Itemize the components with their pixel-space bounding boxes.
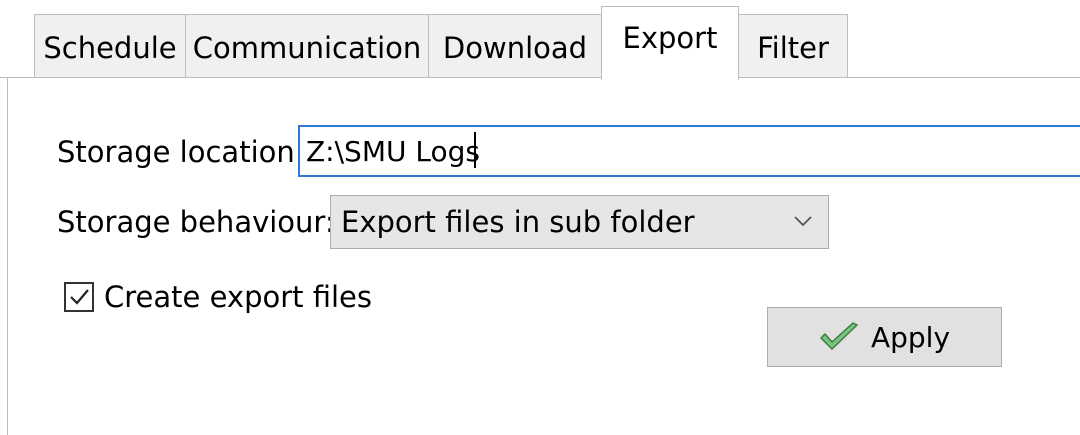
tab-panel-top-border — [0, 77, 1080, 78]
tab-filter-label: Filter — [757, 30, 829, 65]
tab-export-label: Export — [622, 20, 718, 55]
chevron-down-icon — [794, 216, 812, 227]
text-caret — [474, 132, 476, 168]
tab-schedule[interactable]: Schedule — [34, 14, 186, 78]
export-settings-window: Schedule Communication Download Export F… — [0, 0, 1080, 435]
create-export-files-label: Create export files — [104, 280, 373, 314]
create-export-files-row[interactable]: Create export files — [64, 280, 372, 314]
storage-behaviour-selected-value: Export files in sub folder — [341, 205, 695, 239]
tab-panel-left-border — [7, 77, 8, 435]
checkmark-icon — [70, 289, 89, 305]
apply-button-label: Apply — [870, 320, 951, 354]
storage-behaviour-label: Storage behaviour: — [57, 205, 335, 239]
tab-download[interactable]: Download — [428, 14, 602, 78]
storage-behaviour-dropdown[interactable]: Export files in sub folder — [330, 195, 829, 249]
tab-schedule-label: Schedule — [43, 30, 177, 65]
tab-strip: Schedule Communication Download Export F… — [0, 0, 1080, 80]
apply-button[interactable]: Apply — [767, 307, 1002, 367]
storage-location-input[interactable] — [298, 125, 1080, 177]
tab-export[interactable]: Export — [601, 6, 739, 80]
tab-communication[interactable]: Communication — [185, 14, 429, 78]
storage-location-label: Storage location: — [57, 135, 305, 169]
create-export-files-checkbox[interactable] — [64, 282, 94, 312]
tab-communication-label: Communication — [192, 30, 422, 65]
tab-download-label: Download — [442, 30, 588, 65]
tab-filter[interactable]: Filter — [738, 14, 848, 78]
green-checkmark-icon — [820, 322, 858, 350]
